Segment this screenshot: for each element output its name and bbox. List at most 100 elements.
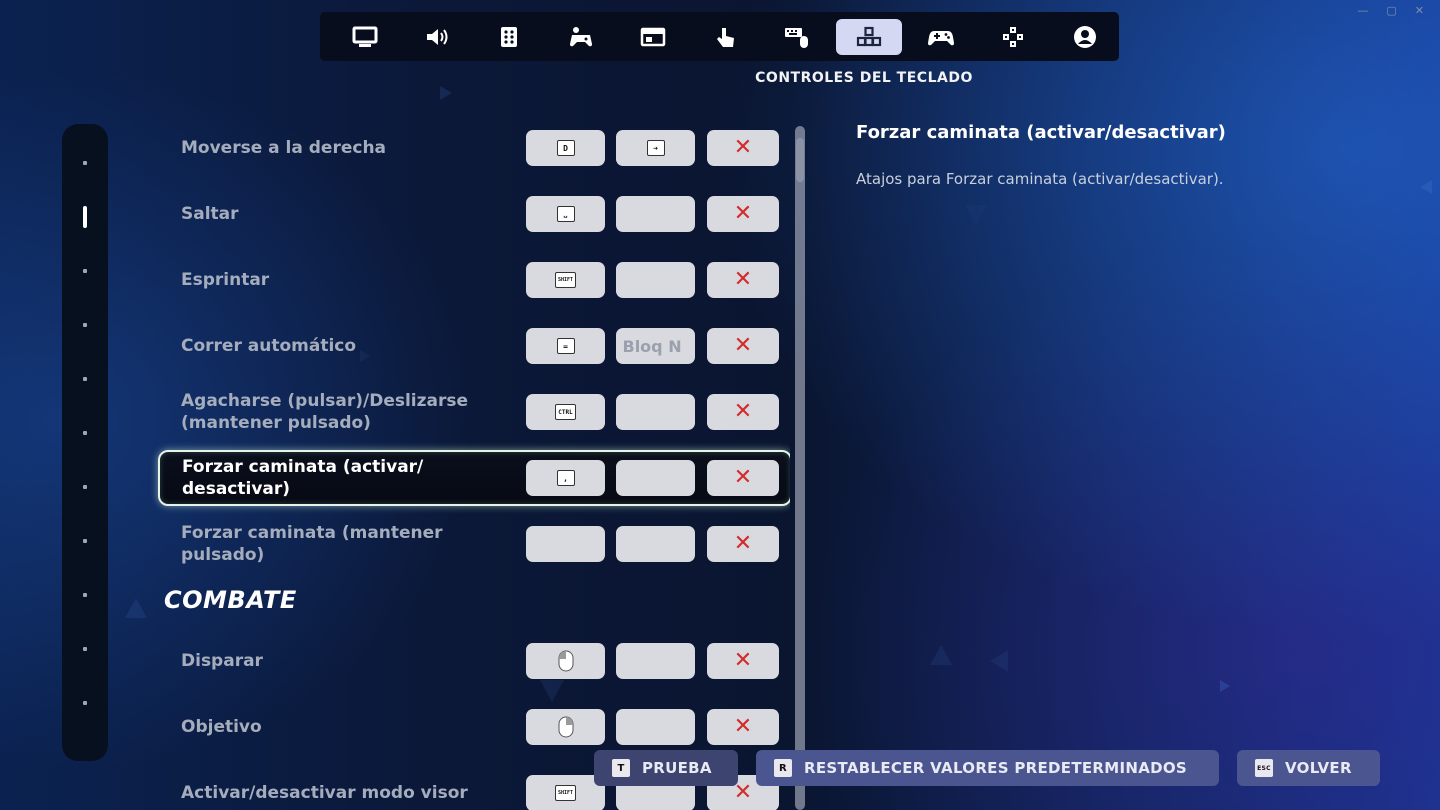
close-icon: ✕ [733,267,753,292]
clear-binding-button[interactable]: ✕ [707,196,779,232]
close-icon: ✕ [733,201,753,226]
keyboard-mouse-icon [785,27,808,48]
key-hint: R [774,759,792,777]
primary-key-slot[interactable]: CTRL [526,394,605,430]
back-button[interactable]: ESC VOLVER [1237,750,1380,786]
section-heading-combat: COMBATE [164,586,297,614]
keycap: , [556,470,575,486]
keybind-row-aim[interactable]: Objetivo ✕ [160,701,780,753]
window-controls: — ▢ ✕ [1357,4,1424,17]
keycap: ⎵ [556,206,575,222]
close-icon: ✕ [733,648,753,673]
nav-dot[interactable] [83,593,87,597]
nav-current-indicator[interactable] [83,206,87,228]
tab-keyboard-mouse[interactable] [764,19,830,55]
secondary-key-slot[interactable] [616,394,695,430]
clear-binding-button[interactable]: ✕ [707,460,779,496]
clear-binding-button[interactable]: ✕ [707,526,779,562]
secondary-key-slot[interactable] [616,526,695,562]
secondary-key-slot[interactable] [616,460,695,496]
clear-binding-button[interactable]: ✕ [707,328,779,364]
gamepad-icon [928,30,954,45]
tab-touch[interactable] [692,19,758,55]
button-label: PRUEBA [642,759,712,777]
tab-account[interactable] [1052,19,1118,55]
tab-controller-settings[interactable] [980,19,1046,55]
secondary-key-slot[interactable] [616,709,695,745]
secondary-key-slot[interactable]: ➜ [616,130,695,166]
test-button[interactable]: T PRUEBA [594,750,738,786]
keybind-label: Saltar [181,204,239,224]
secondary-key-slot[interactable] [616,643,695,679]
scrollbar-thumb[interactable] [796,138,804,182]
keybind-label: Activar/desactivar modo visor [181,783,468,803]
primary-key-slot[interactable] [526,643,605,679]
primary-key-slot[interactable] [526,526,605,562]
keycap: ➜ [646,140,665,156]
tab-display[interactable] [332,19,398,55]
nav-dot[interactable] [83,377,87,381]
tab-controller-input[interactable] [548,19,614,55]
secondary-key-slot[interactable] [616,262,695,298]
tab-game-ui[interactable] [620,19,686,55]
tab-audio[interactable] [404,19,470,55]
maximize-button[interactable]: ▢ [1386,4,1396,17]
tab-keyboard-controls[interactable] [836,18,902,55]
primary-key-slot[interactable]: , [526,460,605,496]
close-icon: ✕ [733,714,753,739]
section-navigator [62,124,108,761]
minimize-button[interactable]: — [1357,4,1368,17]
mouse-right-icon [558,716,573,738]
keybind-list: Moverse a la derecha D ➜ ✕ Saltar ⎵ ✕ Es… [150,120,790,810]
primary-key-slot[interactable]: ⎵ [526,196,605,232]
keybind-label: Correr automático [181,336,357,356]
secondary-key-slot[interactable]: Bloq N [616,328,695,364]
tab-controller[interactable] [908,19,974,55]
nav-dot[interactable] [83,269,87,273]
keybind-row-auto-run[interactable]: Correr automático = Bloq N ✕ [160,320,780,372]
nav-dot[interactable] [83,161,87,165]
close-icon: ✕ [733,465,753,490]
primary-key-slot[interactable] [526,709,605,745]
keybind-label: Forzar caminata (mantener pulsado) [181,523,443,565]
list-scrollbar[interactable] [795,126,805,810]
close-icon: ✕ [733,333,753,358]
tab-accessibility[interactable] [476,19,542,55]
key-name-text: Bloq N [622,336,682,356]
keybind-row-sprint[interactable]: Esprintar SHIFT ✕ [160,254,780,306]
monitor-icon [352,26,378,47]
nav-dot[interactable] [83,485,87,489]
primary-key-slot[interactable]: = [526,328,605,364]
clear-binding-button[interactable]: ✕ [707,130,779,166]
close-icon: ✕ [733,531,753,556]
keybind-row-fire[interactable]: Disparar ✕ [160,635,780,687]
keybind-row-move-right[interactable]: Moverse a la derecha D ➜ ✕ [160,122,780,174]
bg-triangle [965,205,987,225]
primary-key-slot[interactable]: D [526,130,605,166]
nav-dot[interactable] [83,323,87,327]
primary-key-slot[interactable]: SHIFT [526,262,605,298]
keybind-row-force-walk-hold[interactable]: Forzar caminata (mantener pulsado) ✕ [160,518,780,570]
nav-dot[interactable] [83,539,87,543]
bg-triangle [1220,680,1230,692]
key-hint: ESC [1255,759,1273,777]
secondary-key-slot[interactable] [616,196,695,232]
clear-binding-button[interactable]: ✕ [707,262,779,298]
settings-tab-bar [320,12,1119,61]
keybind-row-jump[interactable]: Saltar ⎵ ✕ [160,188,780,240]
bg-triangle [125,598,147,618]
clear-binding-button[interactable]: ✕ [707,394,779,430]
nav-dot[interactable] [83,431,87,435]
keybind-label: Disparar [181,651,263,671]
keybind-row-force-walk-toggle[interactable]: Forzar caminata (activar/ desactivar) , … [158,450,790,506]
bg-triangle [1420,180,1432,194]
clear-binding-button[interactable]: ✕ [707,709,779,745]
reset-defaults-button[interactable]: R RESTABLECER VALORES PREDETERMINADOS [756,750,1219,786]
clear-binding-button[interactable]: ✕ [707,643,779,679]
nav-dot[interactable] [83,701,87,705]
keybind-row-crouch-slide[interactable]: Agacharse (pulsar)/Deslizarse (mantener … [160,386,780,438]
bg-triangle [930,645,952,665]
nav-dot[interactable] [83,647,87,651]
close-button[interactable]: ✕ [1415,4,1424,17]
keycap: SHIFT [554,272,577,288]
